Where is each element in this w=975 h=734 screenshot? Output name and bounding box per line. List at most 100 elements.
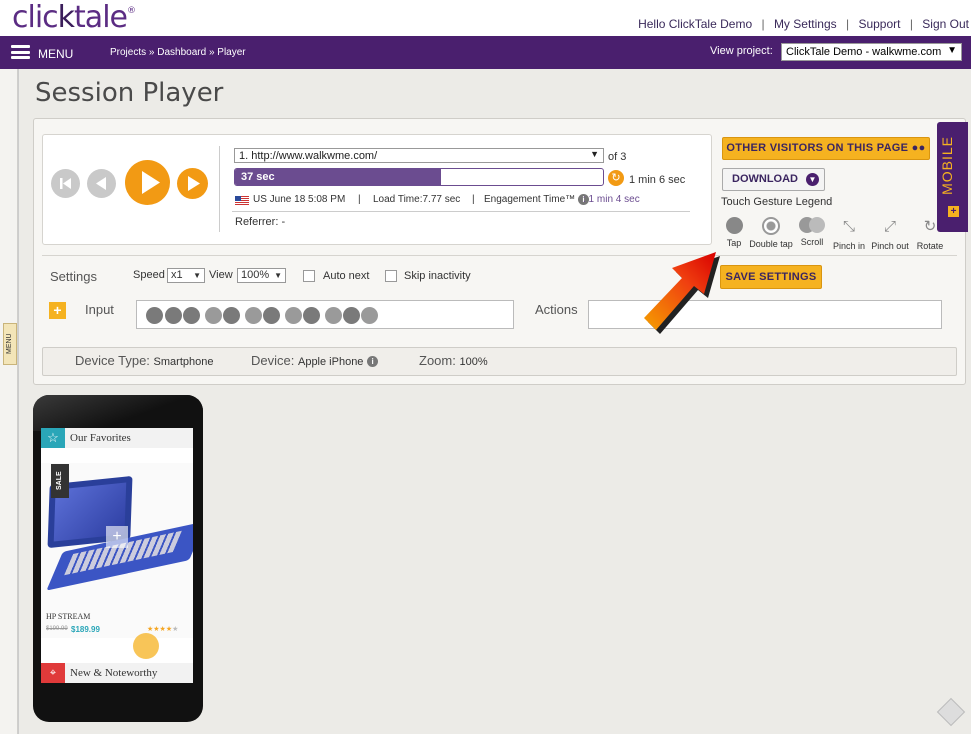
other-visitors-button[interactable]: OTHER VISITORS ON THIS PAGE ●●	[722, 137, 930, 160]
new-noteworthy-header: ⌖ New & Noteworthy	[41, 663, 193, 683]
sale-badge: SALE	[51, 464, 69, 498]
breadcrumb[interactable]: Projects » Dashboard » Player	[110, 47, 246, 58]
dropdown-arrow-icon: ▼	[947, 45, 957, 56]
star-icon: ☆	[41, 428, 65, 448]
top-links: Hello ClickTale Demo | My Settings | Sup…	[638, 17, 969, 31]
users-icon: ●●	[911, 142, 926, 154]
auto-next-label: Auto next	[323, 270, 370, 282]
page-count: of 3	[608, 151, 627, 163]
touch-legend-title: Touch Gesture Legend	[721, 196, 833, 208]
dropdown-arrow-icon: ▼	[274, 271, 282, 280]
left-strip	[0, 69, 18, 734]
input-event-dot	[205, 307, 222, 324]
settings-label: Settings	[50, 269, 97, 284]
link-separator: |	[909, 17, 913, 31]
device-zoom: Zoom: 100%	[419, 353, 488, 368]
scroll-legend: Scroll	[797, 217, 827, 247]
clicktale-logo[interactable]: clicktale®	[12, 0, 136, 35]
input-label: Input	[85, 302, 114, 317]
pinch-in-icon: ⤡	[842, 218, 855, 235]
session-duration: 1 min 6 sec	[629, 174, 686, 186]
device-type: Device Type: Smartphone	[75, 353, 214, 368]
input-event-dot	[303, 307, 320, 324]
input-event-dot	[183, 307, 200, 324]
engagement-time-label: Engagement Time™ i	[484, 194, 589, 205]
scroll-icon	[799, 217, 825, 233]
main-nav: MENU Projects » Dashboard » Player View …	[0, 36, 971, 69]
link-separator: |	[845, 17, 850, 31]
referrer: Referrer: -	[235, 216, 286, 228]
callout-arrow-icon	[644, 252, 720, 334]
speed-select[interactable]: x1 ▼	[167, 268, 205, 283]
load-time: Load Time:7.77 sec	[373, 194, 461, 205]
download-button[interactable]: DOWNLOAD ▼	[722, 168, 825, 191]
auto-next-checkbox[interactable]	[303, 270, 315, 282]
input-event-dot	[325, 307, 342, 324]
meta-separator: |	[472, 194, 475, 205]
meta-separator: |	[358, 194, 361, 205]
new-price: $189.99	[71, 625, 100, 634]
tap-icon	[725, 217, 743, 234]
elapsed-time: 37 sec	[241, 171, 275, 183]
double-tap-icon	[762, 217, 780, 235]
page-select[interactable]: 1. http://www.walkwme.com/▼	[234, 148, 604, 163]
save-settings-button[interactable]: SAVE SETTINGS	[720, 265, 822, 289]
support-link[interactable]: Support	[858, 17, 900, 31]
skip-inactivity-label: Skip inactivity	[404, 270, 471, 282]
top-header: clicktale® Hello ClickTale Demo | My Set…	[0, 0, 975, 36]
greeting-text: Hello ClickTale Demo	[638, 17, 753, 31]
view-label: View	[209, 269, 233, 281]
plus-icon: +	[106, 526, 128, 548]
favorites-header: ☆ Our Favorites	[41, 428, 193, 448]
input-event-dot	[361, 307, 378, 324]
hamburger-menu-icon[interactable]	[11, 45, 30, 59]
pinch-in-legend: ⤡ Pinch in	[832, 218, 866, 251]
device-model: Device: Apple iPhone i	[251, 353, 379, 368]
input-event-dot	[223, 307, 240, 324]
info-icon[interactable]: i	[367, 356, 379, 368]
view-project-label: View project:	[710, 45, 773, 57]
previous-button[interactable]	[87, 169, 116, 198]
input-event-dot	[343, 307, 360, 324]
project-select[interactable]: ClickTale Demo - walkwme.com ▼	[781, 43, 962, 61]
rating-stars-icon: ★★★★★	[147, 626, 179, 633]
menu-button[interactable]: MENU	[38, 47, 73, 61]
product-name: HP STREAM	[46, 612, 91, 621]
speed-label: Speed	[133, 269, 165, 281]
double-tap-legend: Double tap	[748, 217, 794, 249]
view-select[interactable]: 100% ▼	[237, 268, 286, 283]
pinch-out-icon: ⤢	[883, 218, 896, 235]
dropdown-arrow-icon: ▼	[193, 271, 201, 280]
link-separator: |	[761, 17, 765, 31]
input-event-dot	[165, 307, 182, 324]
input-event-dot	[263, 307, 280, 324]
progress-bar[interactable]: 37 sec	[234, 168, 604, 186]
session-location-time: US June 18 5:08 PM	[253, 194, 346, 205]
my-settings-link[interactable]: My Settings	[774, 17, 837, 31]
mobile-tab[interactable]: MOBILE +	[937, 122, 968, 232]
us-flag-icon	[235, 196, 249, 205]
input-event-dot	[285, 307, 302, 324]
sign-out-link[interactable]: Sign Out	[922, 17, 969, 31]
side-menu-tab[interactable]: MENU	[3, 323, 17, 365]
replay-icon[interactable]: ↻	[608, 170, 624, 186]
expand-plus-icon[interactable]: +	[49, 302, 66, 319]
phone-screen[interactable]: ☆ Our Favorites SALE + HP STREAM $199.99…	[41, 428, 193, 683]
skip-inactivity-checkbox[interactable]	[385, 270, 397, 282]
play-button[interactable]	[125, 160, 170, 205]
touch-indicator	[133, 633, 159, 659]
plus-icon: +	[948, 206, 959, 217]
dropdown-arrow-icon: ▼	[590, 149, 599, 159]
skip-to-start-button[interactable]	[51, 169, 80, 198]
next-button[interactable]	[177, 168, 208, 199]
player-divider	[219, 146, 220, 232]
input-event-dot	[146, 307, 163, 324]
input-event-dot	[245, 307, 262, 324]
old-price: $199.99	[46, 626, 68, 632]
engagement-time-value: : 1 min 4 sec	[583, 194, 640, 205]
page-title: Session Player	[35, 78, 224, 108]
input-events-track[interactable]	[136, 300, 514, 329]
download-arrow-icon: ▼	[806, 173, 819, 186]
pinch-out-legend: ⤢ Pinch out	[871, 218, 909, 251]
tap-legend: Tap	[723, 217, 745, 248]
